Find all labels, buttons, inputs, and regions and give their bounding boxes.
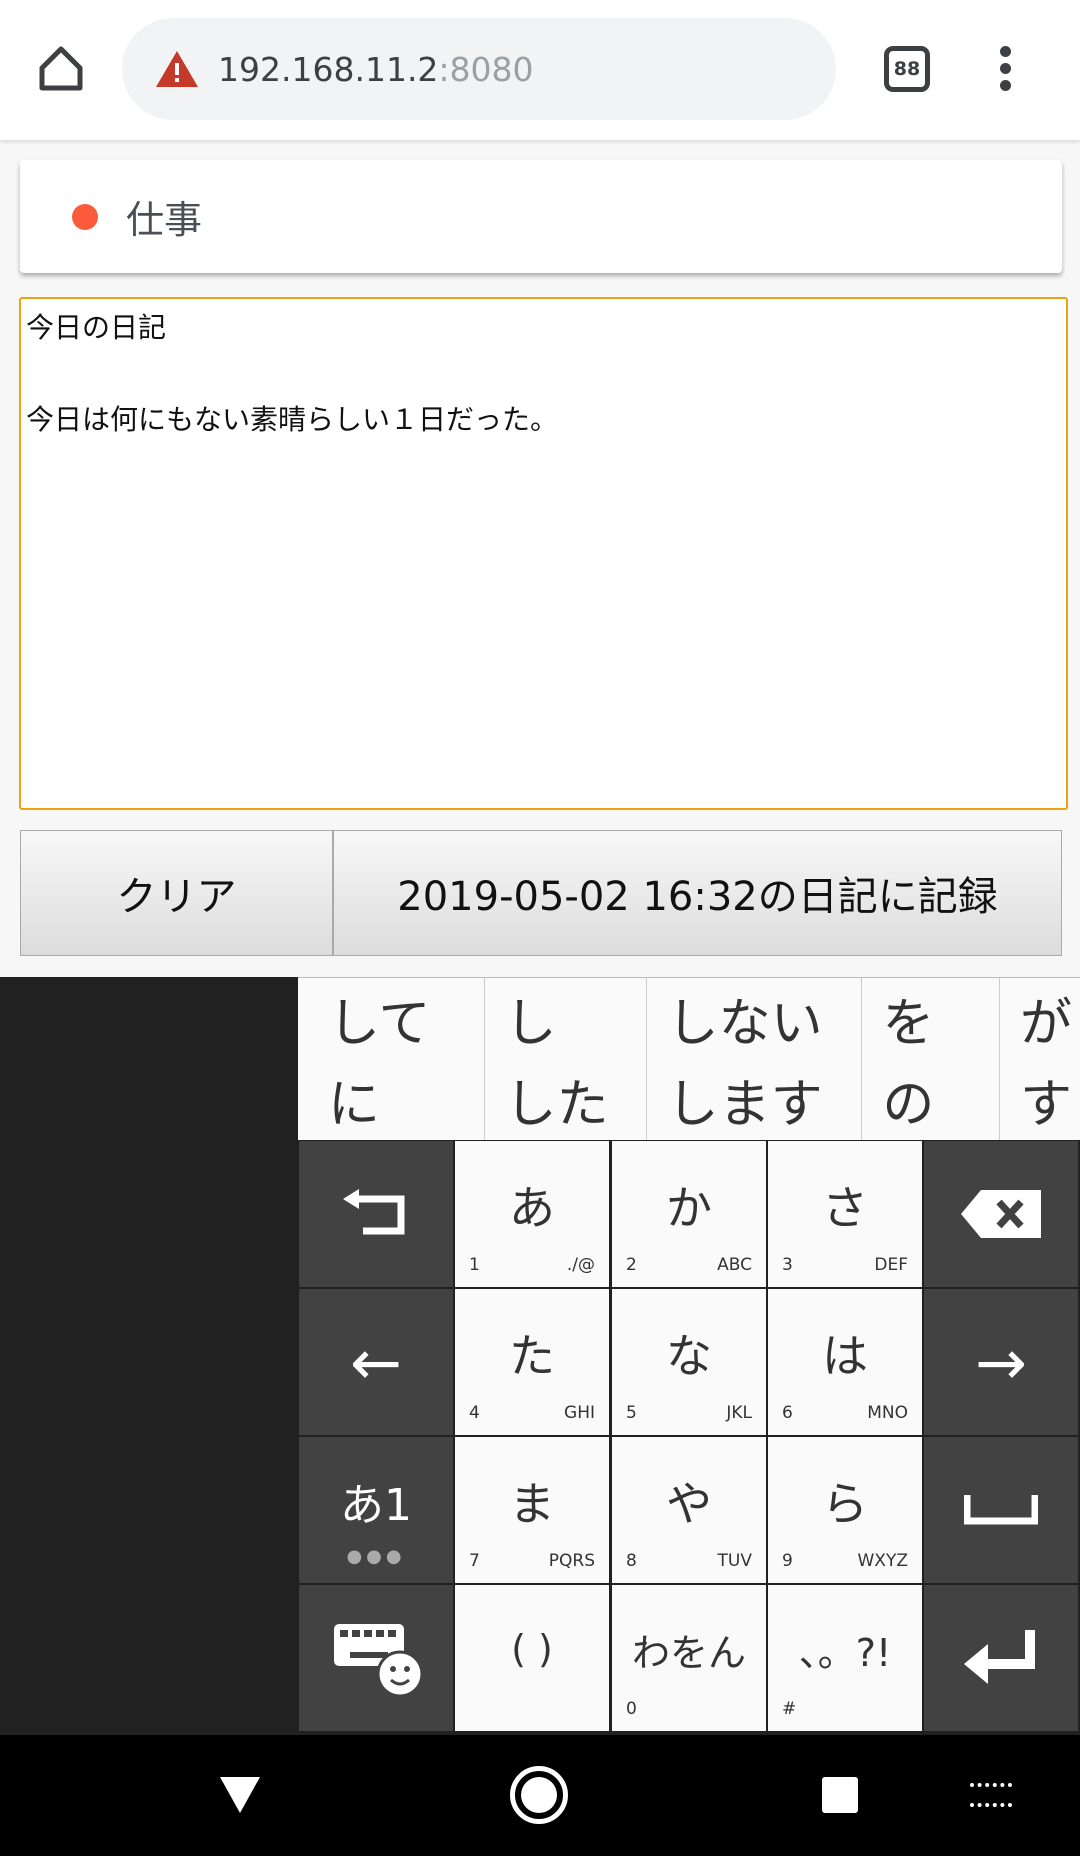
mode-label: あ1	[340, 1480, 412, 1531]
key-letters: MNO	[867, 1403, 908, 1423]
key-number: 0	[626, 1699, 637, 1719]
suggestion-column[interactable]: しない します	[647, 978, 863, 1140]
arrow-left-icon: ←	[350, 1325, 402, 1399]
suggestion[interactable]: しない	[667, 981, 842, 1056]
suggestion[interactable]: した	[505, 1062, 626, 1137]
key-number: 1	[469, 1255, 480, 1275]
key-number: 7	[469, 1551, 480, 1571]
suggestion-bar: してに しした しない します をの がす	[298, 977, 1080, 1140]
kana-key[interactable]: な 5 JKL	[612, 1289, 766, 1435]
home-icon[interactable]	[36, 44, 86, 94]
key-main: た	[509, 1329, 555, 1383]
cursor-right-key[interactable]: →	[924, 1289, 1078, 1435]
key-main: か	[666, 1181, 712, 1235]
undo-key[interactable]	[299, 1141, 453, 1287]
kana-key[interactable]: さ 3 DEF	[768, 1141, 922, 1287]
undo-icon	[343, 1189, 405, 1235]
url-port: :8080	[438, 49, 534, 89]
key-main: わをん	[631, 1630, 746, 1675]
suggestion-column[interactable]: してに	[298, 978, 485, 1140]
kana-key[interactable]: 、。?! #	[768, 1585, 922, 1731]
key-main: や	[666, 1477, 712, 1531]
backspace-icon	[961, 1190, 1041, 1238]
warning-icon[interactable]	[154, 49, 200, 89]
keyboard-switch-icon[interactable]	[970, 1783, 1012, 1807]
key-letters: WXYZ	[857, 1551, 909, 1571]
key-letters: PQRS	[548, 1551, 595, 1571]
suggestion[interactable]: します	[667, 1062, 842, 1137]
kana-key[interactable]: た 4 GHI	[455, 1289, 609, 1435]
key-main: な	[666, 1329, 712, 1383]
key-number: #	[782, 1699, 797, 1719]
kana-key[interactable]: ま 7 PQRS	[455, 1437, 609, 1583]
suggestion[interactable]: して	[328, 981, 464, 1056]
key-main: さ	[822, 1181, 868, 1235]
key-letters: ABC	[717, 1255, 752, 1275]
enter-icon	[964, 1630, 1035, 1684]
cursor-left-key[interactable]: ←	[299, 1289, 453, 1435]
home-nav-icon[interactable]	[510, 1766, 568, 1824]
key-letters: GHI	[564, 1403, 595, 1423]
key-main: 、。?!	[798, 1630, 892, 1675]
key-number: 9	[782, 1551, 793, 1571]
menu-icon[interactable]	[1000, 46, 1012, 92]
kana-key[interactable]: や 8 TUV	[612, 1437, 766, 1583]
kana-key[interactable]: ( )	[455, 1585, 609, 1731]
tab-switcher-button[interactable]: 88	[884, 46, 930, 92]
input-mode-key[interactable]: あ1 ●●●	[299, 1437, 453, 1583]
category-label: 仕事	[126, 198, 203, 242]
recents-icon[interactable]	[822, 1777, 858, 1813]
backspace-key[interactable]	[924, 1141, 1078, 1287]
key-main: ら	[822, 1477, 868, 1531]
record-button[interactable]: 2019-05-02 16:32の日記に記録	[333, 830, 1062, 956]
url-host: 192.168.11.2	[218, 49, 439, 89]
kana-key[interactable]: ら 9 WXYZ	[768, 1437, 922, 1583]
navigation-bar	[0, 1735, 1080, 1856]
key-number: 8	[626, 1551, 637, 1571]
category-color-dot	[72, 203, 98, 230]
key-main: は	[822, 1329, 868, 1383]
key-letters: JKL	[726, 1403, 752, 1423]
address-bar[interactable]: 192.168.11.2:8080	[122, 18, 836, 120]
kana-key[interactable]: わをん 0	[612, 1585, 766, 1731]
suggestion-column[interactable]: をの	[862, 978, 1000, 1140]
kana-key[interactable]: か 2 ABC	[612, 1141, 766, 1287]
category-selector[interactable]: 仕事	[20, 160, 1062, 273]
suggestion[interactable]: を	[882, 981, 979, 1056]
key-main: ま	[509, 1477, 555, 1531]
key-number: 2	[626, 1255, 637, 1275]
kana-key[interactable]: あ 1 ./@	[455, 1141, 609, 1287]
key-letters: DEF	[874, 1255, 908, 1275]
key-number: 4	[469, 1403, 480, 1423]
emoji-keyboard-key[interactable]	[299, 1585, 453, 1731]
more-dots-icon: ●●●	[346, 1546, 406, 1567]
arrow-right-icon: →	[975, 1325, 1027, 1399]
space-key[interactable]	[924, 1437, 1078, 1583]
key-number: 6	[782, 1403, 793, 1423]
key-letters: ./@	[566, 1255, 595, 1275]
key-number: 5	[626, 1403, 637, 1423]
key-main: ( )	[511, 1627, 553, 1671]
keyboard-emoji-icon	[334, 1624, 424, 1698]
key-letters: TUV	[717, 1551, 752, 1571]
suggestion-column[interactable]: しした	[485, 978, 647, 1140]
key-main: あ	[509, 1181, 555, 1235]
kana-key[interactable]: は 6 MNO	[768, 1289, 922, 1435]
suggestion[interactable]: の	[882, 1062, 979, 1137]
key-number: 3	[782, 1255, 793, 1275]
browser-toolbar: 192.168.11.2:8080 88	[0, 0, 1080, 140]
suggestion[interactable]: し	[505, 981, 626, 1056]
back-icon[interactable]	[218, 1775, 262, 1815]
suggestion-column[interactable]: がす	[1000, 978, 1080, 1140]
diary-textarea[interactable]: 今日の日記 今日は何にもない素晴らしい１日だった。	[19, 297, 1068, 810]
clear-button[interactable]: クリア	[20, 830, 333, 956]
suggestion[interactable]: が	[1020, 981, 1072, 1056]
suggestion[interactable]: す	[1020, 1062, 1072, 1137]
suggestion[interactable]: に	[328, 1062, 464, 1137]
enter-key[interactable]	[924, 1585, 1078, 1731]
space-icon	[964, 1495, 1038, 1525]
